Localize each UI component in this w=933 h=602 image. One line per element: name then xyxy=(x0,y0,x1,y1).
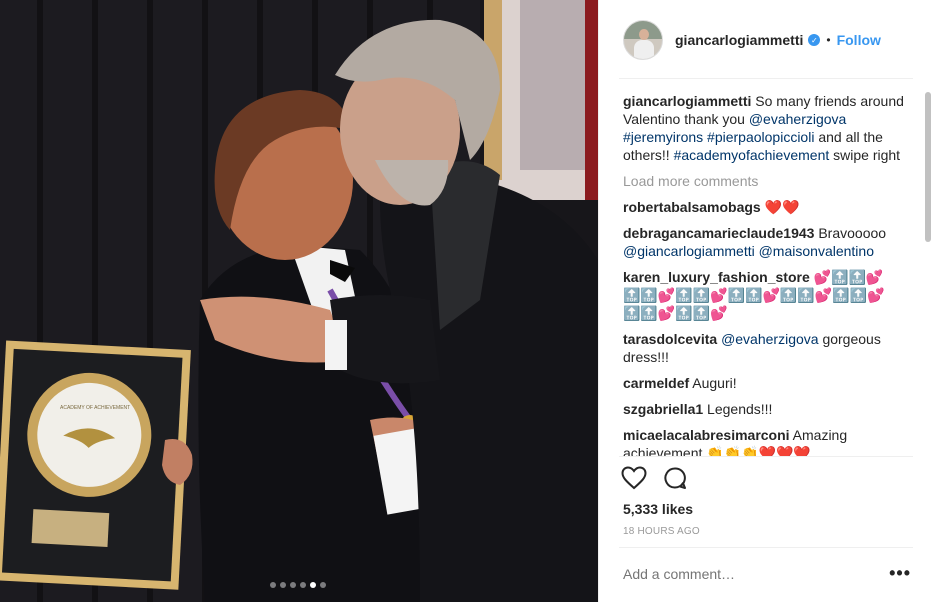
caption-username[interactable]: giancarlogiammetti xyxy=(623,93,751,109)
carousel-dot[interactable] xyxy=(290,582,296,588)
divider xyxy=(619,547,913,548)
comment-item: debragancamarieclaude1943 Bravooooo @gia… xyxy=(623,224,913,260)
comment-username[interactable]: tarasdolcevita xyxy=(623,331,717,347)
mention-link[interactable]: @evaherzigova xyxy=(721,331,819,347)
comments-scrollbar[interactable] xyxy=(925,92,931,456)
comment-item: szgabriella1 Legends!!! xyxy=(623,400,913,418)
post-header: giancarlogiammetti ✓ • Follow xyxy=(623,18,913,62)
comment-username[interactable]: debragancamarieclaude1943 xyxy=(623,225,814,241)
comment-username[interactable]: robertabalsamobags xyxy=(623,199,761,215)
comment-icon[interactable] xyxy=(663,466,687,490)
carousel-dot[interactable] xyxy=(320,582,326,588)
follow-button[interactable]: Follow xyxy=(837,32,881,48)
comment-item: robertabalsamobags ❤️❤️ xyxy=(623,198,913,216)
plaque-text: ACADEMY OF ACHIEVEMENT xyxy=(60,405,130,411)
carousel-indicator[interactable] xyxy=(270,582,326,588)
post-timestamp[interactable]: 18 HOURS AGO xyxy=(623,526,700,537)
hashtag-link[interactable]: #academyofachievement xyxy=(674,147,830,163)
hashtag-link[interactable]: #pierpaolopiccioli xyxy=(707,129,814,145)
avatar[interactable] xyxy=(623,20,663,60)
separator-bullet: • xyxy=(826,33,831,47)
comment-item: karen_luxury_fashion_store 💕🔝🔝💕🔝🔝💕🔝🔝💕🔝🔝💕… xyxy=(623,268,913,322)
post-photo[interactable]: ACADEMY OF ACHIEVEMENT xyxy=(0,0,598,602)
likes-count[interactable]: 5,333 likes xyxy=(623,501,693,517)
mention-link[interactable]: @evaherzigova xyxy=(749,111,847,127)
comments-list: giancarlogiammetti So many friends aroun… xyxy=(623,92,913,456)
scrollbar-thumb[interactable] xyxy=(925,92,931,242)
post-actions xyxy=(621,466,687,490)
comment-text: Bravooooo xyxy=(814,225,887,241)
photo-illustration: ACADEMY OF ACHIEVEMENT xyxy=(0,0,598,602)
comment-text: Legends!!! xyxy=(703,401,773,417)
comment-item: micaelacalabresimarconi Amazing achievem… xyxy=(623,426,913,456)
divider xyxy=(619,78,913,79)
add-comment-input[interactable] xyxy=(623,566,873,582)
verified-icon: ✓ xyxy=(808,34,821,46)
post-side-panel: giancarlogiammetti ✓ • Follow giancarlog… xyxy=(598,0,933,602)
comment-text: Auguri! xyxy=(689,375,737,391)
comment-username[interactable]: szgabriella1 xyxy=(623,401,703,417)
carousel-dot-active[interactable] xyxy=(310,582,316,588)
comment-username[interactable]: carmeldef xyxy=(623,375,689,391)
comment-username[interactable]: micaelacalabresimarconi xyxy=(623,427,790,443)
divider xyxy=(619,456,913,457)
carousel-dot[interactable] xyxy=(280,582,286,588)
more-icon[interactable]: ••• xyxy=(889,564,911,582)
caption-text: swipe right xyxy=(829,147,901,163)
heart-icon[interactable] xyxy=(621,466,647,490)
comment-text: ❤️❤️ xyxy=(760,199,800,215)
comment-username[interactable]: karen_luxury_fashion_store xyxy=(623,269,810,285)
comment-item: tarasdolcevita @evaherzigova gorgeous dr… xyxy=(623,330,913,366)
hashtag-link[interactable]: #jeremyirons xyxy=(623,129,703,145)
header-username[interactable]: giancarlogiammetti xyxy=(675,32,803,48)
comment-item: carmeldef Auguri! xyxy=(623,374,913,392)
carousel-dot[interactable] xyxy=(300,582,306,588)
caption: giancarlogiammetti So many friends aroun… xyxy=(623,92,913,164)
load-more-comments-button[interactable]: Load more comments xyxy=(623,172,913,190)
mention-link[interactable]: @giancarlogiammetti @maisonvalentino xyxy=(623,243,874,259)
carousel-dot[interactable] xyxy=(270,582,276,588)
